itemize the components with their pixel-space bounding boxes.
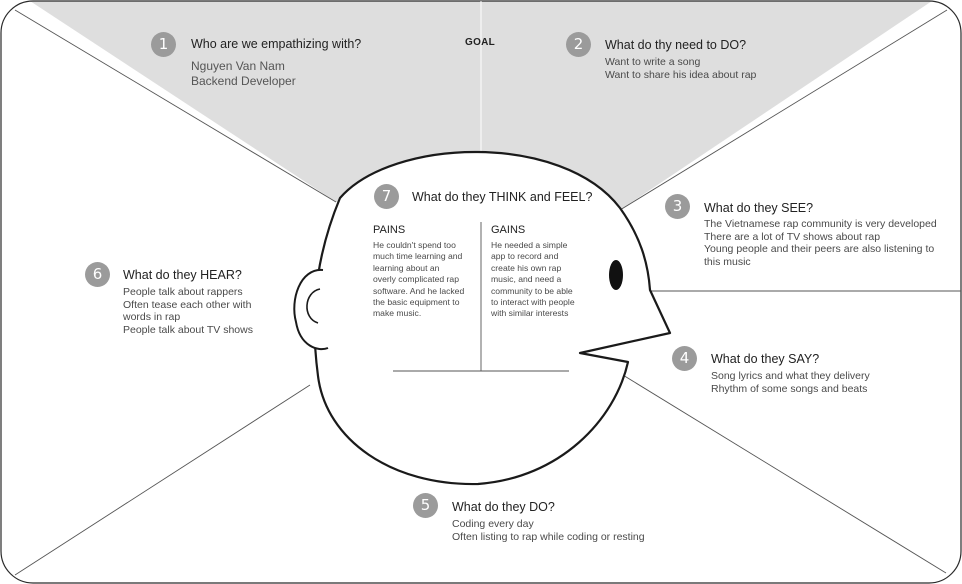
pains-line: make music. [373,308,422,319]
ear-outline [293,268,329,351]
do-line: Coding every day [452,518,534,530]
divider-bottom-left [14,384,311,576]
section-think-feel-title: What do they THINK and FEEL? [412,190,593,204]
say-line: Rhythm of some songs and beats [711,382,868,395]
gains-line: app to record and [491,251,559,262]
section-who-title: Who are we empathizing with? [191,37,362,51]
gains-line: create his own rap [491,262,562,273]
gains-line: music, and need a [491,274,562,285]
pains-title: PAINS [373,224,406,236]
eye [609,260,623,290]
section-do-need-lines: Want to write a song Want to share his i… [605,56,756,81]
section-hear-title: What do they HEAR? [123,268,242,282]
section-do-need-title: What do thy need to DO? [605,38,747,52]
who-line: Backend Developer [191,73,296,88]
do-need-line: Want to share his idea about rap [605,68,757,81]
gains-line: with similar interests [491,308,569,319]
hear-line: People talk about rappers [123,286,243,298]
section-see-title: What do they SEE? [704,201,814,215]
section-say-lines: Song lyrics and what they delivery Rhyth… [711,370,870,395]
do-line: Often listing to rap while coding or res… [452,530,645,543]
pains-line: much time learning and [373,251,463,262]
do-need-line: Want to write a song [605,56,701,68]
section-do-lines: Coding every day Often listing to rap wh… [452,518,645,543]
goal-label: GOAL [465,37,496,48]
section-say-title: What do they SAY? [711,352,820,366]
gains-title: GAINS [491,224,526,236]
section-who-number: 1 [151,32,176,57]
section-think-feel-number: 7 [374,184,399,209]
say-line: Song lyrics and what they delivery [711,370,870,382]
section-do-title: What do they DO? [452,500,555,514]
pains-line: learning about an [373,262,440,273]
pains-line: software. And he lacked [373,285,465,296]
hear-line: People talk about TV shows [123,323,253,336]
gains-line: He needed a simple [491,240,568,250]
section-who-lines: Nguyen Van Nam Backend Developer [191,59,296,88]
section-hear-lines: People talk about rappers Often tease ea… [123,286,253,336]
gains-line: to interact with people [491,297,575,308]
see-line: The Vietnamese rap community is very dev… [704,218,937,230]
divider-bottom-right [617,371,947,574]
gains-text: He needed a simple app to record and cre… [491,240,575,320]
pains-text: He couldn't spend too much time learning… [373,240,464,320]
section-do-number: 5 [413,493,438,518]
section-see-lines: The Vietnamese rap community is very dev… [704,218,937,268]
who-line: Nguyen Van Nam [191,59,285,73]
hear-line: words in rap [123,311,181,324]
pains-line: the basic equipment to [373,297,460,308]
pains-line: overly complicated rap [373,274,459,285]
see-line: There are a lot of TV shows about rap [704,230,881,243]
hear-line: Often tease each other with [123,298,252,311]
section-hear-number: 6 [85,262,110,287]
empathy-map: GOAL 1 Who are we empathizing with? Nguy… [0,0,962,584]
pains-line: He couldn't spend too [373,240,456,250]
section-do-need-number: 2 [566,32,591,57]
see-line: this music [704,255,751,268]
gains-line: community to be able [491,285,573,296]
section-say-number: 4 [672,346,697,371]
section-see-number: 3 [665,194,690,219]
see-line: Young people and their peers are also li… [704,243,935,256]
